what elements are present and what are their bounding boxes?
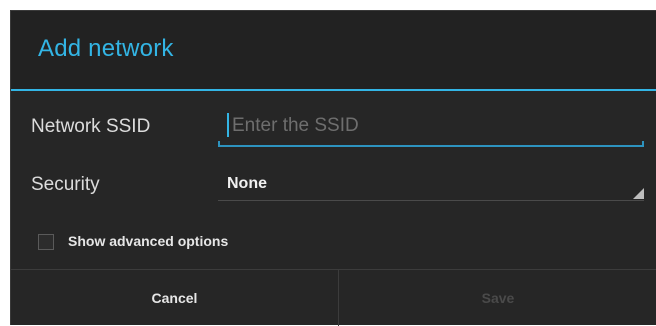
show-advanced-options-checkbox[interactable] — [38, 234, 54, 250]
ssid-label: Network SSID — [31, 116, 151, 137]
add-network-dialog: Add network Network SSID Security None S… — [10, 10, 656, 326]
security-label: Security — [31, 174, 100, 195]
security-selected-value: None — [227, 175, 267, 192]
title-divider — [11, 89, 656, 91]
ssid-input-underline — [218, 141, 644, 147]
ssid-input[interactable] — [218, 107, 644, 145]
dialog-title: Add network — [38, 35, 174, 62]
save-button[interactable]: Save — [339, 270, 656, 326]
cancel-button[interactable]: Cancel — [11, 270, 338, 326]
dialog-title-bar: Add network — [11, 11, 656, 91]
dropdown-arrow-icon — [633, 188, 644, 199]
text-cursor — [227, 113, 229, 137]
show-advanced-options-label: Show advanced options — [68, 233, 229, 249]
security-dropdown[interactable]: None — [218, 167, 644, 201]
security-dropdown-underline — [218, 200, 644, 201]
